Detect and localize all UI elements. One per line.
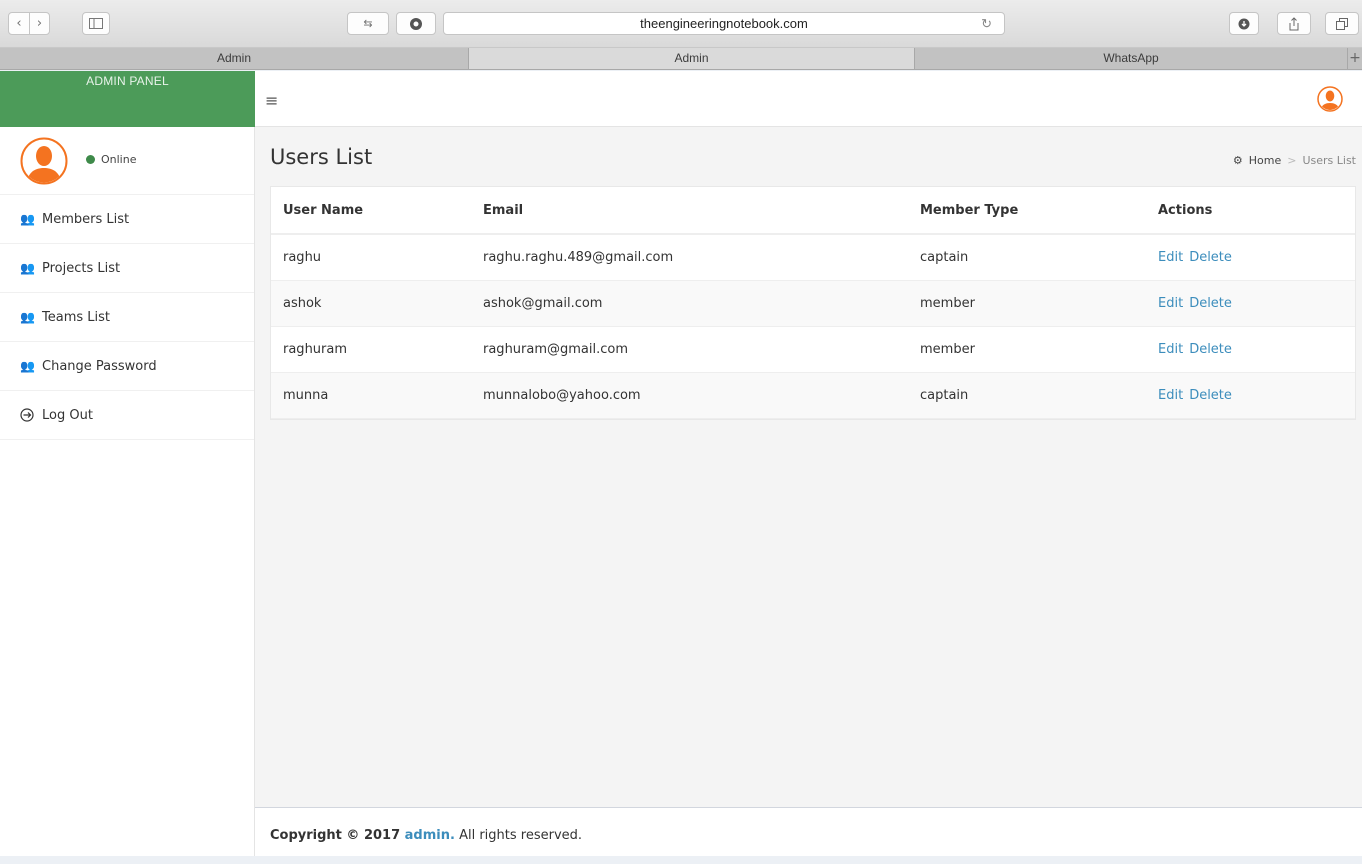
logout-icon — [20, 408, 36, 422]
column-header-member-type: Member Type — [908, 187, 1146, 235]
breadcrumb-separator: > — [1287, 154, 1297, 167]
tab-admin-2[interactable]: Admin — [469, 48, 915, 69]
footer-rights-text: All rights reserved. — [454, 828, 583, 843]
brand-logo[interactable]: ADMIN PANEL — [0, 71, 255, 127]
cell-email: raghuram@gmail.com — [471, 326, 908, 373]
sidebar-item-teams[interactable]: 👥 Teams List — [0, 293, 254, 342]
cell-email: munnalobo@yahoo.com — [471, 372, 908, 419]
users-icon: 👥 — [20, 261, 35, 275]
cell-username: raghu — [271, 234, 471, 281]
table-row: ashok ashok@gmail.com member Edit Delete — [271, 280, 1355, 327]
content-area: Users List ⚙ Home > Users List User Name… — [255, 127, 1362, 807]
table-header-row: User Name Email Member Type Actions — [271, 187, 1355, 235]
sidebar-item-label: Teams List — [42, 309, 110, 325]
status-dot-icon — [86, 155, 95, 164]
table-row: raghu raghu.raghu.489@gmail.com captain … — [271, 234, 1355, 281]
cell-actions: Edit Delete — [1146, 234, 1355, 281]
online-status: Online — [86, 153, 136, 166]
cell-actions: Edit Delete — [1146, 372, 1355, 419]
sidebar-item-label: Change Password — [42, 358, 157, 374]
cell-actions: Edit Delete — [1146, 280, 1355, 327]
table-row: munna munnalobo@yahoo.com captain Edit De… — [271, 372, 1355, 419]
users-table-box: User Name Email Member Type Actions ragh… — [270, 186, 1356, 420]
address-bar[interactable]: theengineeringnotebook.com ↻ — [443, 12, 1005, 35]
footer-admin-link[interactable]: admin. — [405, 828, 455, 843]
copyright-text: Copyright © 2017 — [270, 828, 405, 843]
sidebar-item-logout[interactable]: Log Out — [0, 391, 254, 440]
tab-admin-1[interactable]: Admin — [0, 48, 469, 69]
share-icon — [1289, 16, 1299, 30]
sidebar-toggle-button[interactable] — [82, 12, 110, 35]
breadcrumb-current: Users List — [1302, 154, 1356, 167]
sidebar-icon — [89, 18, 103, 29]
sidebar-item-label: Log Out — [42, 407, 93, 423]
edit-link[interactable]: Edit — [1158, 250, 1183, 265]
downloads-button[interactable] — [1229, 12, 1259, 35]
sidebar-item-change-password[interactable]: 👥 Change Password — [0, 342, 254, 391]
delete-link[interactable]: Delete — [1189, 388, 1232, 403]
delete-link[interactable]: Delete — [1189, 250, 1232, 265]
sidebar-item-members[interactable]: 👥 Members List — [0, 195, 254, 244]
new-tab-button[interactable]: + — [1348, 48, 1362, 69]
page-title: Users List — [270, 145, 373, 169]
table-row: raghuram raghuram@gmail.com member Edit D… — [271, 326, 1355, 373]
share-button[interactable] — [1277, 12, 1311, 35]
cell-username: ashok — [271, 280, 471, 327]
cell-member-type: captain — [908, 372, 1146, 419]
forward-icon[interactable]: › — [29, 13, 49, 34]
tab-bar: Admin Admin WhatsApp + — [0, 48, 1362, 70]
user-menu-avatar-icon[interactable] — [1317, 86, 1343, 112]
sidebar-item-label: Projects List — [42, 260, 121, 276]
sidebar-item-projects[interactable]: 👥 Projects List — [0, 244, 254, 293]
cell-email: raghu.raghu.489@gmail.com — [471, 234, 908, 281]
users-icon: 👥 — [20, 359, 35, 373]
history-nav: ‹ › — [8, 12, 50, 35]
download-icon — [1238, 18, 1250, 29]
privacy-button[interactable] — [396, 12, 436, 35]
users-icon: 👥 — [20, 212, 35, 226]
breadcrumb: ⚙ Home > Users List — [1233, 154, 1356, 167]
cell-username: munna — [271, 372, 471, 419]
delete-link[interactable]: Delete — [1189, 342, 1232, 357]
cell-email: ashok@gmail.com — [471, 280, 908, 327]
column-header-email: Email — [471, 187, 908, 235]
browser-toolbar: ‹ › ⇆ theengineeringnotebook.com ↻ — [0, 0, 1362, 48]
share-tab-button[interactable]: ⇆ — [347, 12, 389, 35]
sidebar-item-label: Members List — [42, 211, 130, 227]
cell-username: raghuram — [271, 326, 471, 373]
shield-icon — [410, 17, 422, 30]
tabs-icon — [1336, 17, 1348, 30]
cell-member-type: captain — [908, 234, 1146, 281]
edit-link[interactable]: Edit — [1158, 388, 1183, 403]
reload-icon[interactable]: ↻ — [981, 13, 992, 34]
breadcrumb-home[interactable]: Home — [1249, 154, 1281, 167]
back-icon[interactable]: ‹ — [9, 13, 29, 34]
swap-icon: ⇆ — [363, 17, 373, 30]
edit-link[interactable]: Edit — [1158, 342, 1183, 357]
tabs-overview-button[interactable] — [1325, 12, 1359, 35]
cell-member-type: member — [908, 280, 1146, 327]
column-header-actions: Actions — [1146, 187, 1355, 235]
status-text: Online — [101, 153, 137, 166]
dashboard-icon: ⚙ — [1232, 154, 1243, 167]
sidebar: Online 👥 Members List 👥 Projects List 👥 … — [0, 127, 255, 856]
users-table: User Name Email Member Type Actions ragh… — [271, 187, 1355, 419]
hamburger-icon[interactable]: ≡ — [265, 91, 278, 110]
cell-actions: Edit Delete — [1146, 326, 1355, 373]
users-icon: 👥 — [20, 310, 35, 324]
tab-whatsapp[interactable]: WhatsApp — [915, 48, 1348, 69]
user-avatar-icon — [20, 137, 68, 185]
top-header: ≡ — [255, 71, 1362, 127]
edit-link[interactable]: Edit — [1158, 296, 1183, 311]
column-header-username: User Name — [271, 187, 471, 235]
footer: Copyright © 2017 admin. All rights reser… — [255, 807, 1362, 856]
url-text: theengineeringnotebook.com — [640, 16, 808, 31]
cell-member-type: member — [908, 326, 1146, 373]
delete-link[interactable]: Delete — [1189, 296, 1232, 311]
user-panel: Online — [0, 127, 254, 195]
